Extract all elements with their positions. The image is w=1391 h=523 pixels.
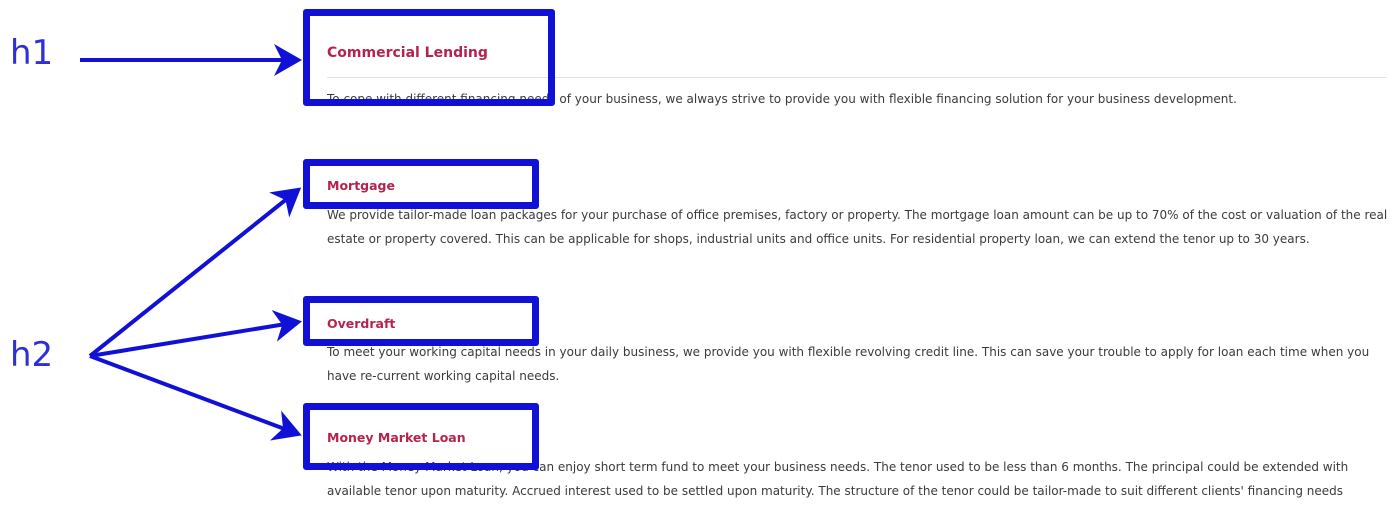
h1-highlight-box [303,9,555,106]
h2-arrow-overdraft [89,310,302,358]
section-body-mortgage: We provide tailor-made loan packages for… [327,208,1388,246]
section-body-overdraft: To meet your working capital needs in yo… [327,345,1370,383]
h2-arrow-money-market-loan [89,354,302,441]
h2-highlight-box-money-market-loan [303,403,539,470]
h1-label: h1 [10,33,54,73]
annotated-page: Commercial Lending To cope with differen… [0,0,1391,523]
h2-highlight-box-mortgage [303,159,539,209]
h2-label: h2 [10,335,54,375]
h2-highlight-box-overdraft [303,296,539,346]
annotation-arrows [80,44,302,441]
h2-arrow-mortgage [88,187,302,358]
